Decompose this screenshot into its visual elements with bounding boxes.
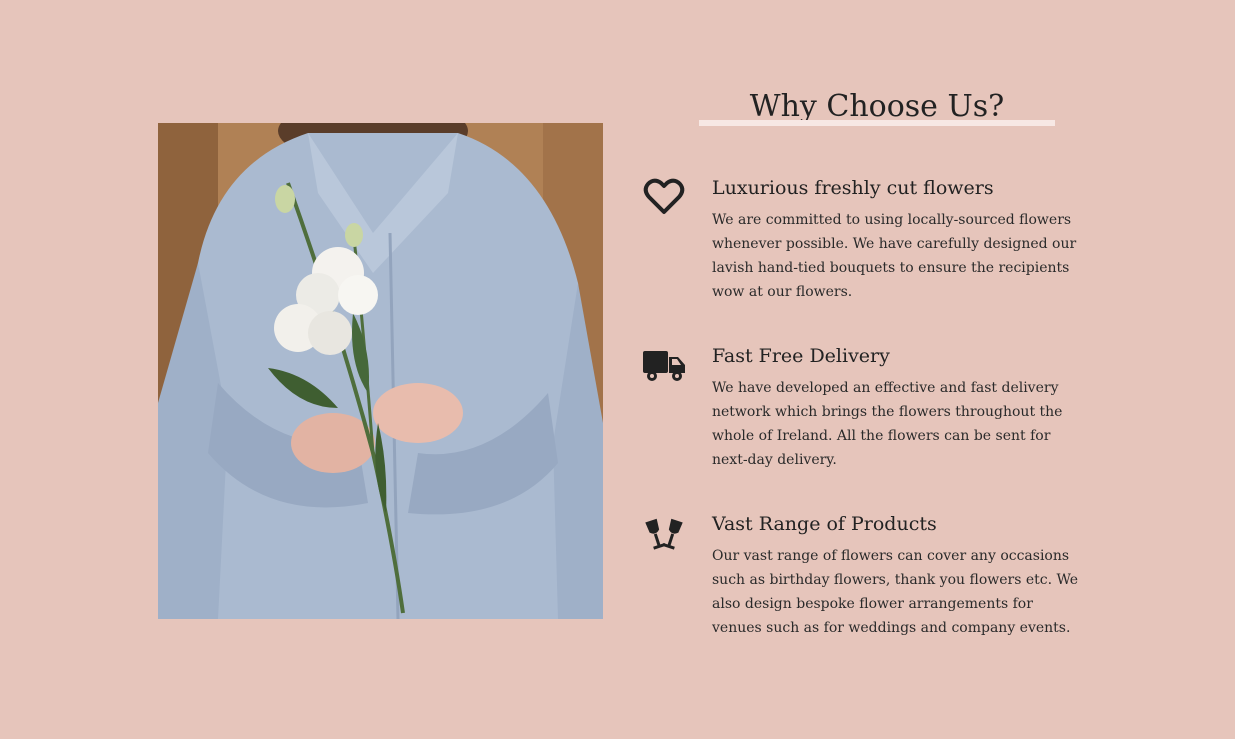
feature-title: Fast Free Delivery [712, 345, 890, 367]
champagne-glasses-icon [640, 511, 688, 555]
truck-icon [640, 343, 688, 387]
feature-description: We have developed an effective and fast … [712, 380, 1063, 468]
feature-title: Vast Range of Products [712, 513, 937, 535]
title-underline [699, 120, 1055, 126]
feature-description: We are committed to using locally-source… [712, 212, 1077, 300]
woman-holding-flowers-photo [158, 123, 603, 619]
feature-description: Our vast range of flowers can cover any … [712, 548, 1079, 636]
heart-icon [640, 175, 688, 219]
feature-title: Luxurious freshly cut flowers [712, 177, 994, 199]
